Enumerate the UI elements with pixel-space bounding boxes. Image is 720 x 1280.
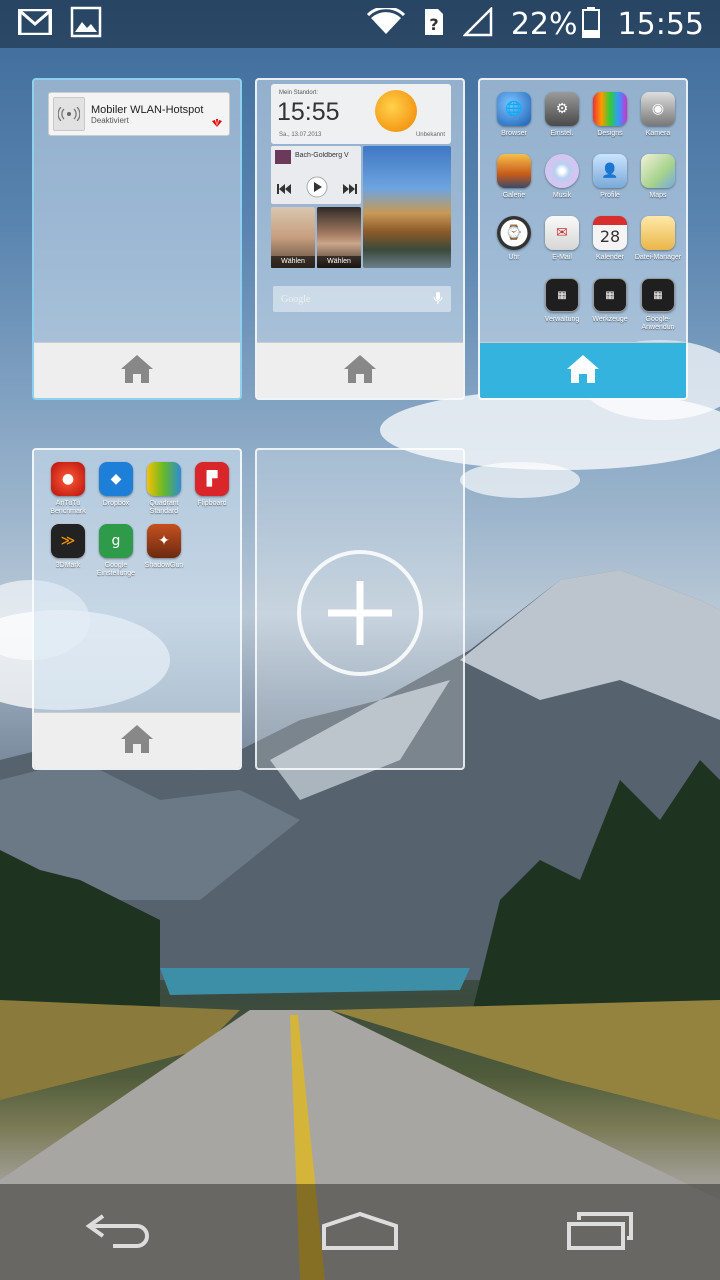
add-screen-card[interactable]: [255, 448, 465, 770]
wlan-hotspot-widget[interactable]: Mobiler WLAN-Hotspot Deaktiviert: [48, 92, 230, 136]
gallery-icon[interactable]: [70, 6, 102, 42]
google-settings-icon: g: [99, 524, 133, 558]
home-icon: [119, 723, 155, 759]
wifi-icon: [366, 6, 405, 40]
screen-card-3[interactable]: 🌐 Browser ⚙ Einstel. Designs ◉ Kamera Ga…: [478, 78, 688, 400]
antutu-icon: ●: [51, 462, 85, 496]
home-button[interactable]: [300, 1192, 420, 1272]
app-label: Datei-Manager: [634, 254, 682, 261]
play-icon[interactable]: [306, 176, 328, 202]
screen-card-1[interactable]: Mobiler WLAN-Hotspot Deaktiviert: [32, 78, 242, 400]
screen-3-footer[interactable]: [480, 342, 686, 398]
screen-card-2[interactable]: Mein Standort: 15:55 Sa., 13.07.2013 Unb…: [255, 78, 465, 400]
folder-grid-icon: ▦: [593, 278, 627, 312]
folder-grid-icon: ▦: [641, 278, 675, 312]
quadrant-icon: [147, 462, 181, 496]
battery-icon: [581, 6, 600, 42]
mic-icon[interactable]: [433, 290, 443, 309]
home-icon: [119, 353, 155, 389]
calendar-icon: 28: [593, 216, 627, 250]
clock-location-label: Mein Standort:: [279, 90, 319, 96]
3dmark-icon: ≫: [51, 524, 85, 558]
photo-widget[interactable]: [363, 146, 451, 268]
clock-date: Sa., 13.07.2013: [279, 132, 322, 138]
battery-percent: 22%: [510, 6, 578, 42]
app-label: ShadowGun: [144, 562, 184, 569]
gmail-icon[interactable]: [17, 8, 53, 39]
contact-label: Wählen: [271, 256, 315, 268]
music-disc-icon: [545, 154, 579, 188]
plus-icon[interactable]: [297, 550, 423, 676]
browser-icon: 🌐: [497, 92, 531, 126]
flipboard-icon: ▛: [195, 462, 229, 496]
status-bar: ? 22% 15:55: [0, 0, 720, 48]
app-camera[interactable]: ◉ Kamera: [630, 92, 686, 138]
screen-4-footer[interactable]: [34, 712, 240, 768]
sun-icon: [375, 90, 417, 132]
status-time: 15:55: [617, 6, 704, 42]
recents-button[interactable]: [540, 1192, 660, 1272]
maps-icon: [641, 154, 675, 188]
music-widget[interactable]: Bach-Goldberg V: [271, 146, 361, 204]
app-shadowgun[interactable]: ✦ ShadowGun: [136, 524, 192, 570]
screen-2-footer[interactable]: [257, 342, 463, 398]
gallery-icon: [497, 154, 531, 188]
clock-time: 15:55: [277, 98, 340, 126]
email-icon: ✉: [545, 216, 579, 250]
next-icon[interactable]: [343, 180, 357, 199]
designs-icon: [593, 92, 627, 126]
sim-icon: ?: [423, 7, 445, 41]
dropbox-icon: ◆: [99, 462, 133, 496]
recents-icon: [565, 1210, 635, 1254]
google-search-bar[interactable]: Google: [273, 286, 451, 312]
album-art: [275, 150, 291, 164]
app-file-manager[interactable]: Datei-Manager: [630, 216, 686, 262]
home-icon: [322, 1210, 398, 1254]
clock-icon: ⌚: [497, 216, 531, 250]
folder-grid-icon: ▦: [545, 278, 579, 312]
svg-text:?: ?: [429, 15, 438, 34]
shadowgun-icon: ✦: [147, 524, 181, 558]
google-search-placeholder: Google: [281, 293, 311, 305]
app-label: Google-Anwendun: [641, 316, 675, 331]
app-maps[interactable]: Maps: [630, 154, 686, 200]
app-label: Flipboard: [197, 500, 227, 507]
contact-label: Wählen: [317, 256, 361, 268]
profile-icon: 👤: [593, 154, 627, 188]
screen-1-footer[interactable]: [34, 342, 240, 398]
wlan-widget-status: Deaktiviert: [91, 115, 129, 125]
contact-widget-2[interactable]: Wählen: [317, 207, 361, 268]
back-icon: [85, 1210, 155, 1254]
huawei-logo-icon: [211, 112, 223, 131]
previous-icon[interactable]: [277, 180, 291, 199]
folder-icon: [641, 216, 675, 250]
weather-label: Unbekannt: [415, 132, 445, 138]
screen-card-4[interactable]: ● AnTuTu Benchmark ◆ Dropbox Quadrant St…: [32, 448, 242, 770]
music-track-title: Bach-Goldberg V: [295, 152, 349, 159]
home-icon: [565, 353, 601, 389]
gear-icon: ⚙: [545, 92, 579, 126]
hotspot-icon: [53, 97, 85, 131]
wlan-widget-title: Mobiler WLAN-Hotspot: [91, 103, 204, 116]
back-button[interactable]: [60, 1192, 180, 1272]
signal-icon: [461, 5, 493, 41]
app-label: Maps: [649, 192, 667, 199]
contact-widget-1[interactable]: Wählen: [271, 207, 315, 268]
app-label: Kamera: [645, 130, 671, 137]
clock-weather-widget[interactable]: Mein Standort: 15:55 Sa., 13.07.2013 Unb…: [271, 84, 451, 144]
folder-google-apps[interactable]: ▦ Google-Anwendun: [630, 278, 686, 332]
camera-icon: ◉: [641, 92, 675, 126]
app-flipboard[interactable]: ▛ Flipboard: [184, 462, 240, 508]
navigation-bar: [0, 1184, 720, 1280]
home-icon: [342, 353, 378, 389]
